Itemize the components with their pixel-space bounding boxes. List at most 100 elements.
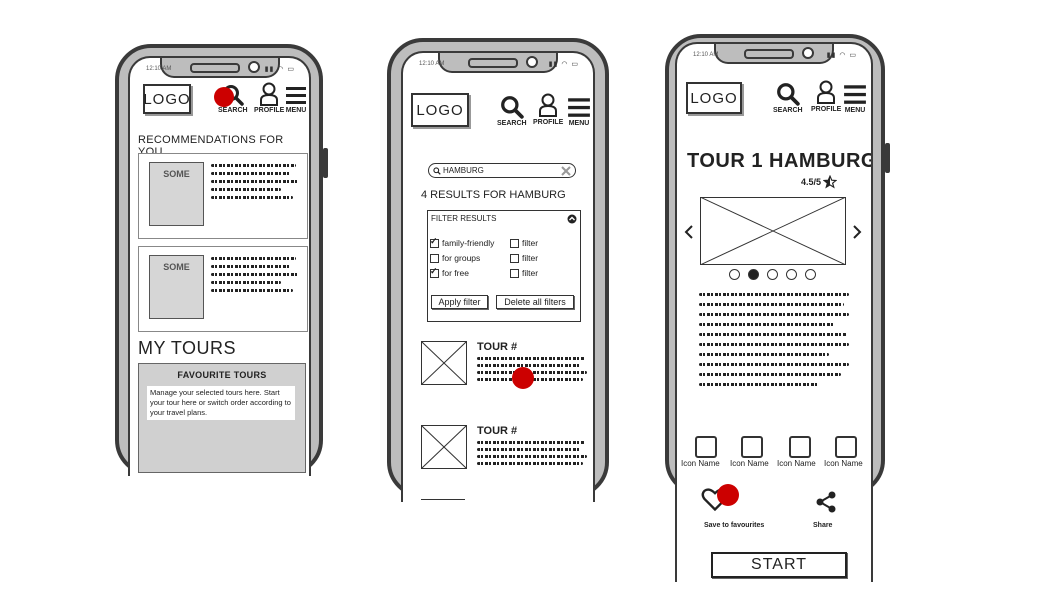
checkbox[interactable]	[430, 236, 439, 249]
rating-value: 4.5/5	[801, 177, 822, 187]
clear-icon[interactable]	[561, 165, 571, 176]
phone-side-button	[323, 148, 328, 178]
carousel-dot[interactable]	[805, 269, 816, 280]
favourite-tours-panel[interactable]: FAVOURITE TOURS Manage your selected tou…	[138, 363, 306, 473]
recommendation-card[interactable]: SOME	[138, 246, 308, 332]
card-text	[211, 257, 299, 292]
status-time: 12:10 AM	[146, 66, 172, 72]
carousel-dot[interactable]	[748, 269, 759, 280]
result-title: TOUR #	[477, 425, 518, 437]
menu-button[interactable]: MENU	[843, 82, 867, 114]
chevron-right-icon[interactable]	[851, 224, 863, 240]
notch	[714, 44, 834, 64]
share-button[interactable]: Share	[811, 490, 841, 534]
menu-label: MENU	[568, 120, 590, 127]
filter-title: FILTER RESULTS	[431, 214, 497, 223]
search-label: SEARCH	[497, 120, 527, 127]
result-title: TOUR #	[477, 341, 518, 353]
feature-icon[interactable]	[835, 436, 857, 458]
filter-option[interactable]: filter	[510, 253, 539, 264]
profile-icon	[260, 82, 279, 106]
card-text	[211, 164, 299, 199]
search-icon	[776, 83, 800, 106]
search-button[interactable]: SEARCH	[773, 82, 803, 114]
filter-option[interactable]: filter	[510, 268, 539, 279]
carousel-dot[interactable]	[767, 269, 778, 280]
checkbox[interactable]	[510, 254, 519, 264]
click-marker	[214, 87, 234, 107]
screen-search: 12:10 AM ▮▮ ◠ ▭ LOGO SEARCH PROFILE MENU…	[401, 51, 595, 502]
menu-label: MENU	[285, 107, 307, 114]
search-query: HAMBURG	[443, 166, 484, 175]
phone-home: 12:10 AM ▮▮ ◠ ▭ LOGO SEARCH PROFILE MENU…	[115, 44, 328, 476]
checkbox[interactable]	[430, 266, 439, 279]
screen-detail: 12:10 AM ▮▮ ◠ ▭ LOGO SEARCH PROFILE MENU…	[675, 42, 873, 582]
tour-description	[699, 293, 849, 386]
share-label: Share	[813, 522, 833, 529]
delete-all-filters-button[interactable]: Delete all filters	[496, 295, 574, 309]
filter-label: for free	[442, 268, 469, 278]
save-to-favourites-button[interactable]: Save to favourites	[701, 484, 771, 534]
save-label: Save to favourites	[704, 522, 765, 529]
divider	[421, 499, 465, 500]
feature-icon-label: Icon Name	[730, 459, 769, 468]
feature-icon[interactable]	[695, 436, 717, 458]
click-marker	[512, 367, 534, 389]
favourites-description: Manage your selected tours here. Start y…	[147, 386, 295, 420]
start-button[interactable]: START	[711, 552, 847, 578]
search-label: SEARCH	[773, 107, 803, 114]
menu-label: MENU	[844, 107, 866, 114]
profile-label: PROFILE	[533, 119, 564, 126]
collapse-icon[interactable]	[567, 214, 577, 224]
menu-icon	[286, 87, 306, 104]
filter-label: filter	[522, 253, 539, 263]
chevron-left-icon[interactable]	[683, 224, 695, 240]
result-item[interactable]: TOUR #	[421, 425, 591, 485]
search-button[interactable]: SEARCH	[497, 95, 527, 127]
logo[interactable]: LOGO	[143, 84, 191, 114]
click-marker	[717, 484, 739, 506]
card-thumbnail: SOME	[149, 255, 204, 319]
search-input[interactable]: HAMBURG	[428, 163, 576, 178]
profile-icon	[817, 80, 836, 104]
logo[interactable]: LOGO	[411, 93, 469, 127]
filter-label: for groups	[442, 253, 481, 263]
menu-button[interactable]: MENU	[285, 84, 307, 114]
checkbox[interactable]	[510, 269, 519, 279]
profile-button[interactable]: PROFILE	[254, 82, 284, 114]
menu-icon	[844, 85, 866, 104]
phone-side-button	[885, 143, 890, 173]
filter-label: filter	[522, 268, 539, 278]
result-item[interactable]: TOUR #	[421, 341, 591, 401]
checkbox[interactable]	[510, 239, 519, 249]
logo[interactable]: LOGO	[686, 82, 742, 114]
result-text	[477, 441, 587, 465]
feature-icon-label: Icon Name	[777, 459, 816, 468]
apply-filter-button[interactable]: Apply filter	[431, 295, 488, 309]
feature-icon[interactable]	[741, 436, 763, 458]
profile-label: PROFILE	[254, 107, 285, 114]
status-icons: ▮▮ ◠ ▭	[826, 52, 857, 59]
status-icons: ▮▮ ◠ ▭	[264, 66, 295, 73]
carousel-dot[interactable]	[729, 269, 740, 280]
feature-icon[interactable]	[789, 436, 811, 458]
profile-button[interactable]: PROFILE	[811, 79, 841, 113]
checkbox[interactable]	[430, 254, 439, 264]
favourites-title: FAVOURITE TOURS	[177, 370, 267, 380]
filter-for-groups[interactable]: for groups	[430, 253, 481, 264]
notch	[159, 58, 280, 78]
profile-icon	[539, 93, 558, 117]
search-icon	[500, 96, 524, 119]
filter-for-free[interactable]: for free	[430, 266, 469, 279]
image-placeholder-icon	[700, 197, 846, 265]
recommendation-card[interactable]: SOME	[138, 153, 308, 239]
filter-option[interactable]: filter	[510, 238, 538, 249]
search-label: SEARCH	[218, 107, 248, 114]
menu-button[interactable]: MENU	[567, 95, 591, 127]
status-time: 12:10 AM	[693, 52, 719, 58]
results-title: 4 RESULTS FOR HAMBURG	[421, 189, 566, 201]
star-icon	[823, 175, 838, 189]
filter-family-friendly[interactable]: family-friendly	[430, 236, 494, 249]
profile-button[interactable]: PROFILE	[533, 92, 563, 126]
carousel-dot[interactable]	[786, 269, 797, 280]
